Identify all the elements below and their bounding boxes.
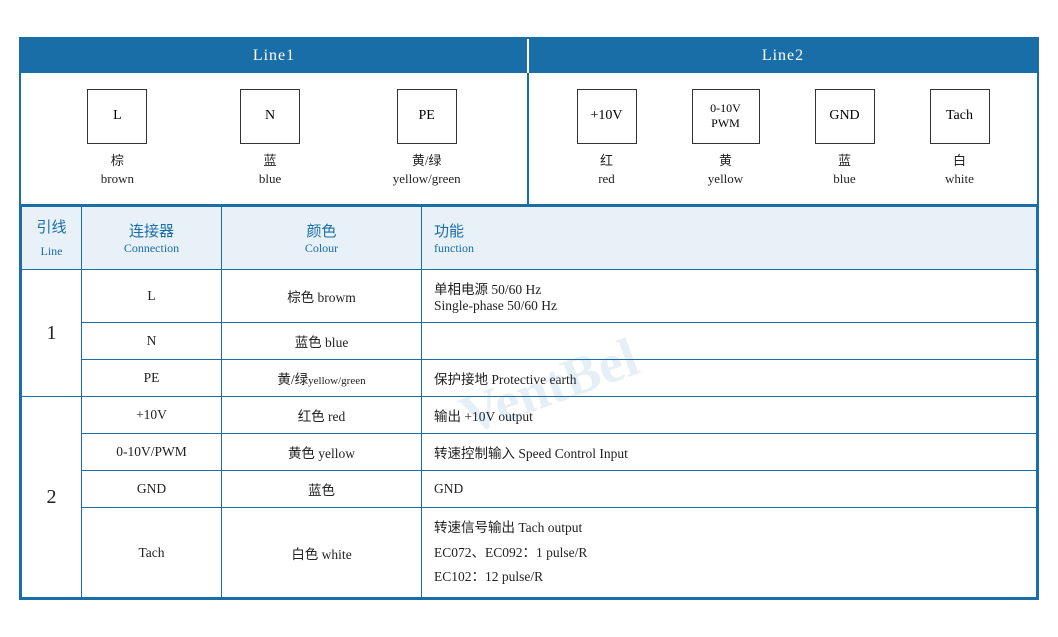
func-10v-cell: 输出 +10V output <box>422 397 1037 434</box>
th-line: 引线 Line <box>22 207 82 270</box>
conn-N-cell: N <box>82 323 222 360</box>
connector-box-PE: PE <box>397 89 457 144</box>
connector-label-PE: 黄/绿yellow/green <box>393 152 461 188</box>
table-row: 2 +10V 红色 red 输出 +10V output <box>22 397 1037 434</box>
header-row: Line1 Line2 <box>21 39 1037 73</box>
conn-gnd-cell: GND <box>82 471 222 508</box>
connector-label-L: 棕brown <box>101 152 134 188</box>
th-colour: 颜色 Colour <box>222 207 422 270</box>
connector-label-10V: 红red <box>598 152 615 188</box>
color-tach-cell: 白色 white <box>222 508 422 598</box>
diagram-row: L 棕brown N 蓝blue PE 黄/绿yellow/green +10V… <box>21 73 1037 206</box>
th-function: 功能 function <box>422 207 1037 270</box>
table-row: PE 黄/绿yellow/green 保护接地 Protective earth <box>22 360 1037 397</box>
connector-L: L 棕brown <box>87 89 147 188</box>
line1-diagram: L 棕brown N 蓝blue PE 黄/绿yellow/green <box>21 73 529 204</box>
func-PE-cell: 保护接地 Protective earth <box>422 360 1037 397</box>
line-1-cell: 1 <box>22 270 82 397</box>
connector-10V: +10V 红red <box>577 89 637 188</box>
table-body: 1 L 棕色 browm 单相电源 50/60 HzSingle-phase 5… <box>22 270 1037 598</box>
connector-label-tach: 白white <box>945 152 974 188</box>
conn-pwm-cell: 0-10V/PWM <box>82 434 222 471</box>
connector-pwm: 0-10VPWM 黄yellow <box>692 89 760 188</box>
table-row: N 蓝色 blue <box>22 323 1037 360</box>
color-gnd-cell: 蓝色 <box>222 471 422 508</box>
color-L-cell: 棕色 browm <box>222 270 422 323</box>
table-row: 0-10V/PWM 黄色 yellow 转速控制输入 Speed Control… <box>22 434 1037 471</box>
conn-PE-cell: PE <box>82 360 222 397</box>
conn-tach-cell: Tach <box>82 508 222 598</box>
connector-label-gnd: 蓝blue <box>833 152 855 188</box>
table-section: 引线 Line 连接器 Connection 颜色 Colour 功能 func… <box>21 206 1037 598</box>
table-header-row: 引线 Line 连接器 Connection 颜色 Colour 功能 func… <box>22 207 1037 270</box>
line-2-cell: 2 <box>22 397 82 598</box>
color-pwm-cell: 黄色 yellow <box>222 434 422 471</box>
func-gnd-cell: GND <box>422 471 1037 508</box>
connector-box-gnd: GND <box>815 89 875 144</box>
func-tach-cell: 转速信号输出 Tach output EC072、EC092：1 pulse/R… <box>422 508 1037 598</box>
connector-N: N 蓝blue <box>240 89 300 188</box>
table-row: GND 蓝色 GND <box>22 471 1037 508</box>
line2-header: Line2 <box>529 39 1037 73</box>
connector-gnd: GND 蓝blue <box>815 89 875 188</box>
connector-box-pwm: 0-10VPWM <box>692 89 760 144</box>
func-N-cell <box>422 323 1037 360</box>
conn-L-cell: L <box>82 270 222 323</box>
color-N-cell: 蓝色 blue <box>222 323 422 360</box>
connector-label-N: 蓝blue <box>259 152 281 188</box>
line2-diagram: +10V 红red 0-10VPWM 黄yellow GND 蓝blue Tac… <box>529 73 1037 204</box>
wiring-table: 引线 Line 连接器 Connection 颜色 Colour 功能 func… <box>21 206 1037 598</box>
color-10v-cell: 红色 red <box>222 397 422 434</box>
table-row: Tach 白色 white 转速信号输出 Tach output EC072、E… <box>22 508 1037 598</box>
color-PE-cell: 黄/绿yellow/green <box>222 360 422 397</box>
connector-label-pwm: 黄yellow <box>708 152 743 188</box>
th-connection: 连接器 Connection <box>82 207 222 270</box>
line1-header: Line1 <box>21 39 529 73</box>
table-row: 1 L 棕色 browm 单相电源 50/60 HzSingle-phase 5… <box>22 270 1037 323</box>
connector-tach: Tach 白white <box>930 89 990 188</box>
connector-box-N: N <box>240 89 300 144</box>
connector-PE: PE 黄/绿yellow/green <box>393 89 461 188</box>
connector-box-tach: Tach <box>930 89 990 144</box>
func-pwm-cell: 转速控制输入 Speed Control Input <box>422 434 1037 471</box>
connector-box-10V: +10V <box>577 89 637 144</box>
conn-10v-cell: +10V <box>82 397 222 434</box>
func-L-cell: 单相电源 50/60 HzSingle-phase 50/60 Hz <box>422 270 1037 323</box>
connector-box-L: L <box>87 89 147 144</box>
